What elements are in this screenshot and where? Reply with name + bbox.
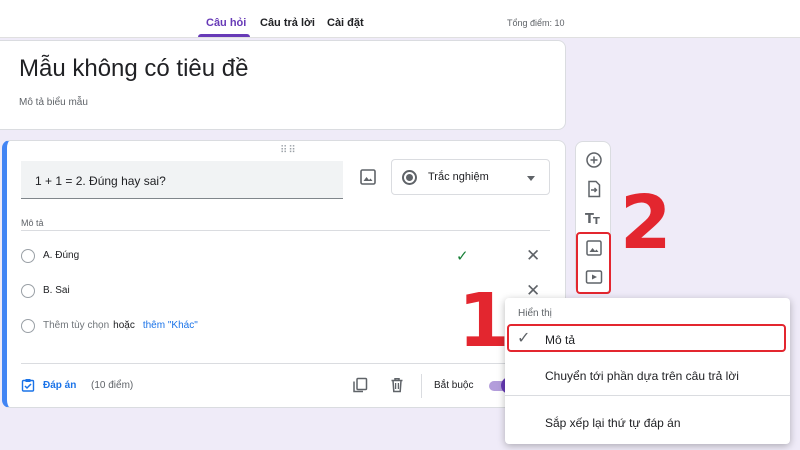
question-title-field[interactable]: 1 + 1 = 2. Đúng hay sai?	[21, 161, 343, 199]
menu-divider	[505, 395, 790, 396]
option-label[interactable]: B. Sai	[43, 285, 70, 296]
annotation-step-2: 2	[620, 180, 672, 266]
menu-item-label: Chuyển tới phần dựa trên câu trả lời	[545, 369, 739, 383]
option-radio	[21, 284, 35, 298]
more-options-menu: Hiển thị ✓ Mô tả Chuyển tới phần dựa trê…	[505, 298, 790, 444]
add-question-icon[interactable]	[585, 151, 603, 169]
or-text: hoặc	[113, 320, 135, 331]
add-option-line: Thêm tùy chọn hoặc thêm "Khác"	[43, 320, 198, 331]
question-footer: Đáp án (10 điểm) Bắt buộc	[21, 363, 561, 403]
annotation-step-1: 1	[458, 278, 510, 364]
svg-text:T: T	[593, 216, 600, 227]
top-tab-bar: Câu hỏi Câu trả lời Cài đặt Tổng điểm: 1…	[0, 0, 800, 38]
tab-questions[interactable]: Câu hỏi	[206, 17, 246, 29]
radio-button-icon	[402, 170, 417, 185]
remove-option-icon[interactable]: ✕	[526, 246, 540, 266]
insert-image-icon[interactable]	[358, 167, 378, 187]
add-option-link[interactable]: Thêm tùy chọn	[43, 320, 109, 331]
form-title[interactable]: Mẫu không có tiêu đề	[19, 55, 249, 83]
question-card: ⠿⠿ 1 + 1 = 2. Đúng hay sai? Trắc nghiệm …	[2, 140, 566, 408]
annotation-highlight-box	[576, 232, 611, 294]
annotation-highlight-box	[507, 324, 786, 352]
footer-divider	[421, 374, 422, 398]
answer-key-button[interactable]: Đáp án	[43, 380, 76, 391]
correct-check-icon: ✓	[456, 248, 469, 265]
import-questions-icon[interactable]	[585, 180, 603, 198]
tab-responses[interactable]: Câu trả lời	[260, 17, 315, 29]
menu-item-shuffle-options[interactable]: Sắp xếp lại thứ tự đáp án	[505, 408, 790, 438]
question-type-dropdown[interactable]: Trắc nghiệm	[391, 159, 550, 195]
answer-key-icon[interactable]	[21, 378, 35, 392]
menu-header: Hiển thị	[518, 308, 552, 319]
required-label: Bắt buộc	[434, 380, 474, 391]
add-other-link[interactable]: thêm "Khác"	[143, 320, 198, 331]
question-type-label: Trắc nghiệm	[428, 171, 489, 183]
drag-handle-icon[interactable]: ⠿⠿	[280, 145, 297, 156]
total-points: Tổng điểm: 10	[507, 18, 565, 28]
delete-icon[interactable]	[389, 377, 405, 393]
add-title-icon[interactable]: T T	[585, 209, 603, 227]
points-label: (10 điểm)	[91, 380, 134, 391]
question-text: 1 + 1 = 2. Đúng hay sai?	[35, 174, 166, 188]
menu-item-go-to-section[interactable]: Chuyển tới phần dựa trên câu trả lời	[505, 361, 790, 391]
question-description-field[interactable]: Mô tả	[21, 213, 550, 231]
form-title-card: Mẫu không có tiêu đề Mô tả biểu mẫu	[0, 40, 566, 130]
tab-settings[interactable]: Cài đặt	[327, 17, 364, 29]
option-row: A. Đúng ✓ ✕	[21, 246, 541, 267]
form-description-field[interactable]: Mô tả biểu mẫu	[19, 97, 88, 108]
option-radio	[21, 319, 35, 333]
chevron-down-icon	[527, 176, 535, 181]
duplicate-icon[interactable]	[352, 377, 368, 393]
option-label[interactable]: A. Đúng	[43, 250, 79, 261]
menu-item-label: Sắp xếp lại thứ tự đáp án	[545, 416, 681, 430]
question-description-placeholder: Mô tả	[21, 218, 44, 228]
option-radio	[21, 249, 35, 263]
active-tab-indicator	[198, 34, 250, 37]
